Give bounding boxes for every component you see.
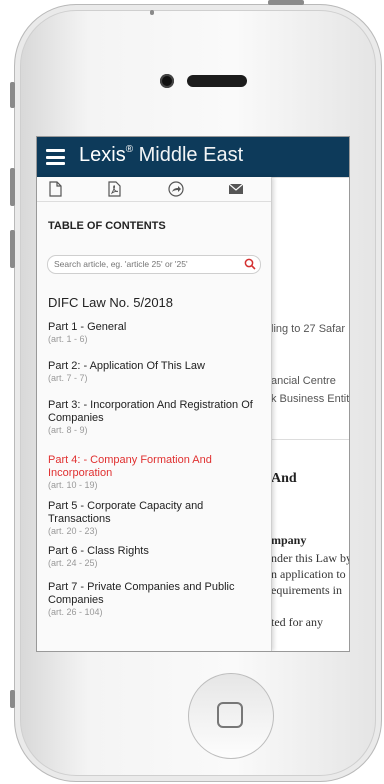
law-title: DIFC Law No. 5/2018 — [48, 295, 174, 310]
search-icon[interactable] — [244, 258, 256, 270]
toc-search-input[interactable] — [54, 257, 239, 271]
doc-line-3: k Business Entities — [271, 393, 350, 405]
toc-search-box[interactable] — [47, 255, 261, 274]
doc-body-4: ted for any — [271, 615, 323, 629]
drawer-toolbar — [37, 177, 271, 202]
app-header: Lexis® Middle East — [37, 137, 349, 177]
toc-item-title: Part 2: - Application Of This Law — [48, 360, 205, 372]
document-icon[interactable] — [46, 181, 64, 197]
speaker-grille — [187, 75, 247, 87]
app-logo: Lexis® Middle East — [79, 144, 243, 167]
doc-subheading: mpany — [271, 533, 307, 547]
home-button[interactable] — [188, 673, 274, 759]
toc-item-articles: (art. 10 - 19) — [48, 480, 98, 490]
toc-item-articles: (art. 20 - 23) — [48, 526, 98, 536]
toc-item-title: Part 4: - Company Formation And Incorpor… — [48, 454, 212, 479]
toc-item-articles: (art. 24 - 25) — [48, 558, 98, 568]
doc-divider — [271, 439, 349, 440]
power-button — [268, 0, 304, 5]
toc-item[interactable]: Part 5 - Corporate Capacity and Transact… — [48, 500, 264, 537]
toc-item-title: Part 6 - Class Rights — [48, 545, 149, 557]
doc-line-2: ancial Centre — [271, 375, 336, 387]
hamburger-menu-icon[interactable] — [46, 149, 65, 165]
screen: Lexis® Middle East ling to 27 Safar anci… — [36, 136, 350, 652]
brand-suffix: Middle East — [133, 144, 244, 166]
toc-title: TABLE OF CONTENTS — [48, 220, 166, 232]
toc-item-articles: (art. 7 - 7) — [48, 373, 88, 383]
mute-switch — [10, 82, 15, 108]
volume-down-button — [10, 230, 15, 268]
toc-item-articles: (art. 1 - 6) — [48, 334, 88, 344]
toc-item-title: Part 3: - Incorporation And Registration… — [48, 399, 253, 424]
brand-registered-mark: ® — [125, 144, 134, 155]
doc-body-3: equirements in — [271, 583, 342, 597]
toc-drawer: TABLE OF CONTENTS DIFC Law No. 5/2018 Pa… — [37, 177, 272, 651]
toc-item-title: Part 5 - Corporate Capacity and Transact… — [48, 500, 204, 525]
volume-up-button — [10, 168, 15, 206]
pdf-icon[interactable] — [105, 181, 123, 197]
toc-item-title: Part 7 - Private Companies and Public Co… — [48, 581, 235, 606]
toc-item-title: Part 1 - General — [48, 321, 127, 333]
toc-item-articles: (art. 26 - 104) — [48, 607, 103, 617]
toc-item[interactable]: Part 7 - Private Companies and Public Co… — [48, 581, 264, 618]
mail-icon[interactable] — [227, 181, 245, 197]
top-mark — [150, 10, 154, 15]
toc-item[interactable]: Part 6 - Class Rights (art. 24 - 25) — [48, 545, 264, 569]
toc-item[interactable]: Part 1 - General (art. 1 - 6) — [48, 321, 264, 345]
toc-item-articles: (art. 8 - 9) — [48, 425, 88, 435]
toc-item[interactable]: Part 4: - Company Formation And Incorpor… — [48, 454, 264, 491]
doc-body-2: n application to — [271, 567, 346, 581]
doc-line-1: ling to 27 Safar — [271, 323, 345, 335]
toc-item[interactable]: Part 2: - Application Of This Law (art. 7… — [48, 360, 264, 384]
home-square-icon — [217, 702, 243, 728]
doc-body-1: nder this Law by — [271, 551, 350, 565]
share-icon[interactable] — [167, 181, 185, 197]
side-mark — [10, 690, 15, 708]
toc-item[interactable]: Part 3: - Incorporation And Registration… — [48, 399, 264, 436]
brand-name: Lexis — [79, 144, 126, 166]
camera-icon — [160, 74, 174, 88]
doc-heading: And — [271, 471, 297, 486]
